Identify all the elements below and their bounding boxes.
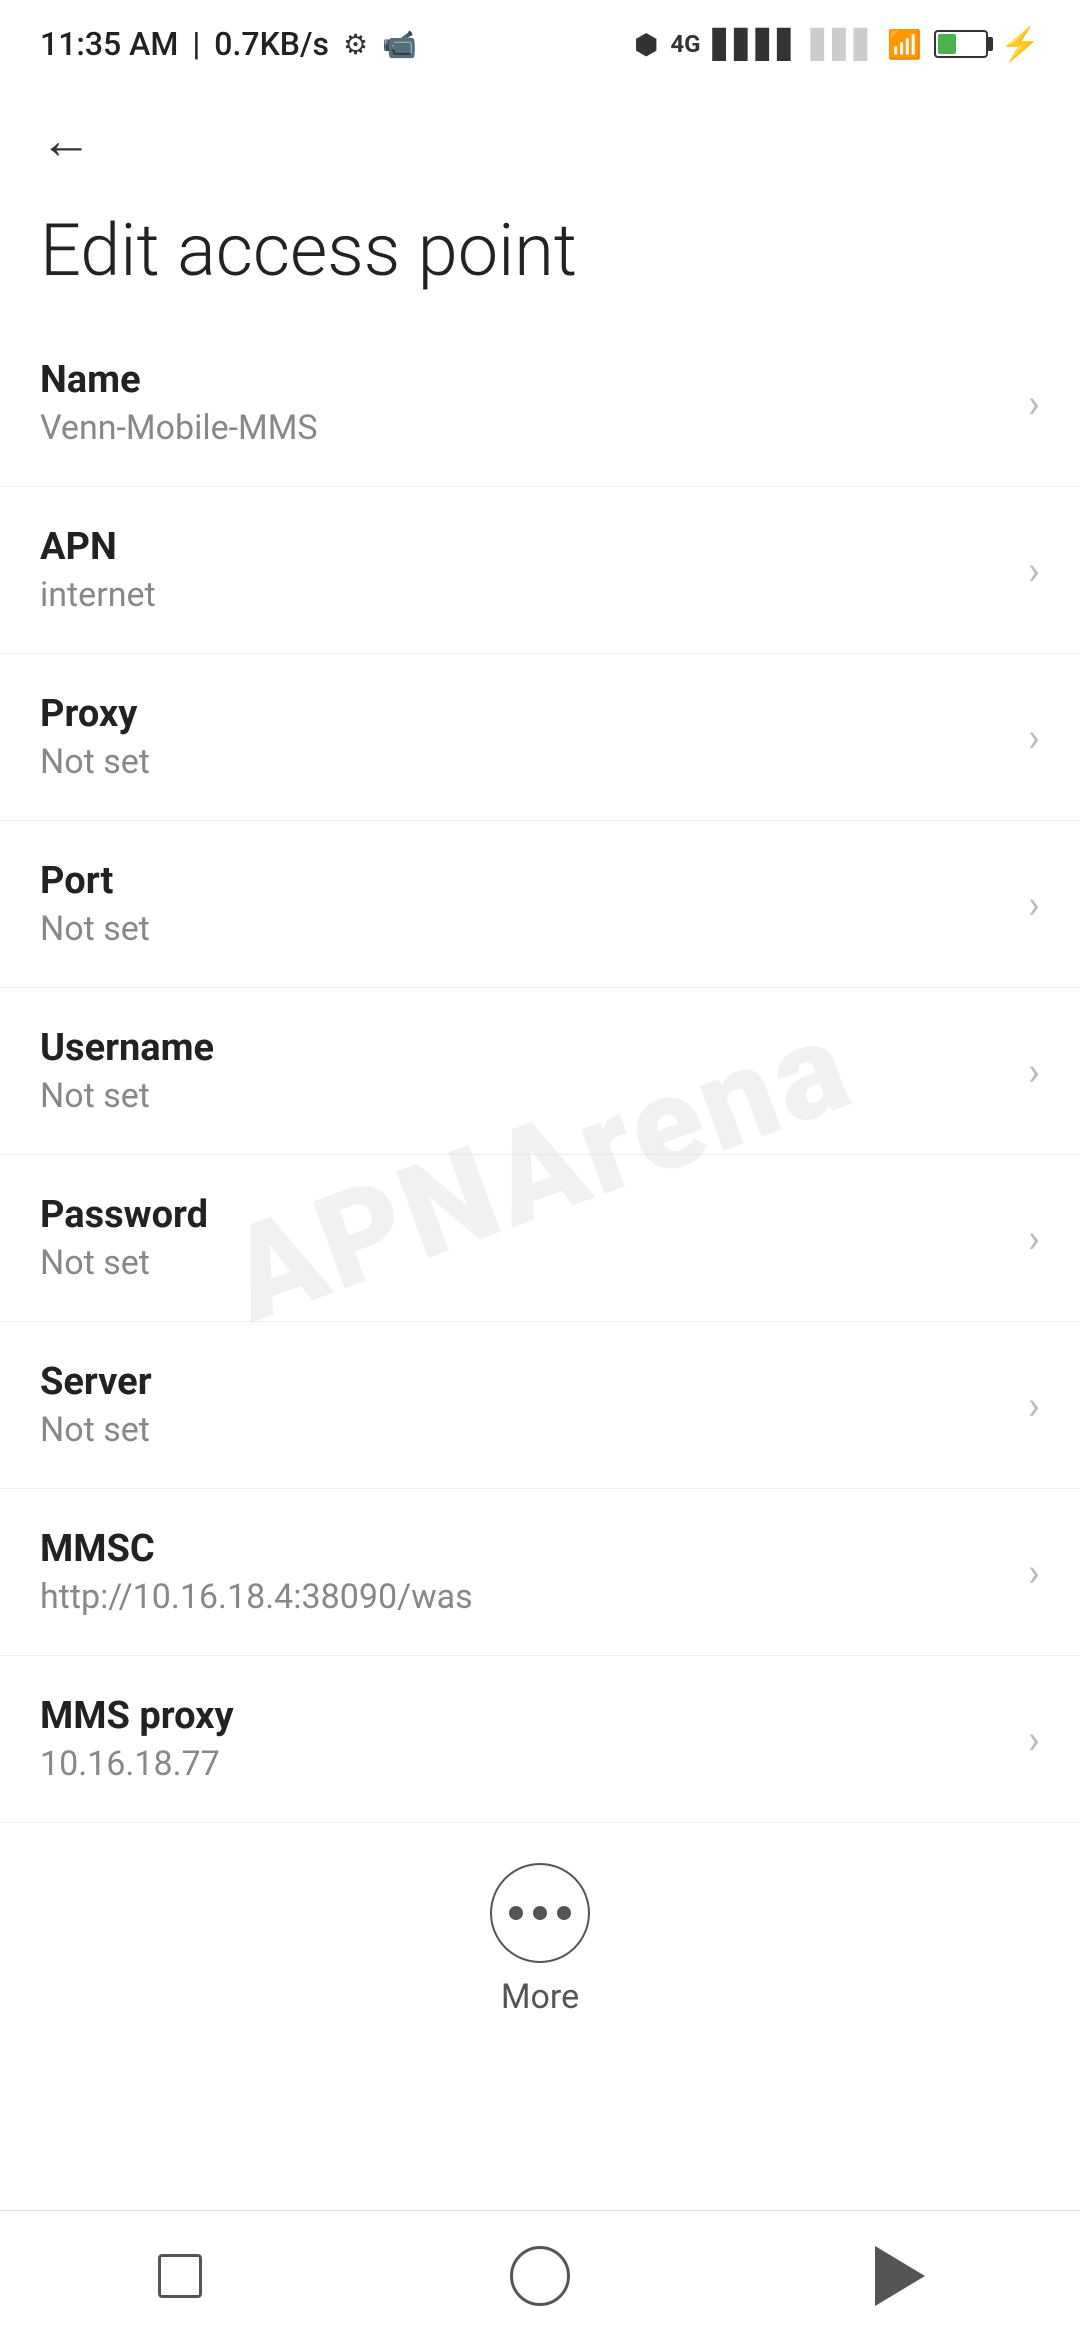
- chevron-right-icon: ›: [1028, 1382, 1040, 1429]
- settings-item-port-content: Port Not set: [40, 859, 1008, 949]
- signal-bars2-icon: ▋▋▋: [811, 28, 876, 61]
- chevron-right-icon: ›: [1028, 380, 1040, 427]
- chevron-right-icon: ›: [1028, 547, 1040, 594]
- nav-recents-button[interactable]: [120, 2236, 240, 2316]
- back-icon: [875, 2246, 925, 2306]
- settings-item-name-content: Name Venn-Mobile-MMS: [40, 358, 1008, 448]
- settings-item-name[interactable]: Name Venn-Mobile-MMS ›: [0, 320, 1080, 487]
- settings-item-password-label: Password: [40, 1193, 1008, 1237]
- nav-back-button[interactable]: [840, 2236, 960, 2316]
- more-dots-icon: [509, 1906, 571, 1920]
- camera-icon: 📹: [382, 28, 417, 61]
- settings-item-username-content: Username Not set: [40, 1026, 1008, 1116]
- settings-item-apn-content: APN internet: [40, 525, 1008, 615]
- settings-item-apn-label: APN: [40, 525, 1008, 569]
- settings-item-mmsc-content: MMSC http://10.16.18.4:38090/was: [40, 1527, 1008, 1617]
- settings-item-apn-value: internet: [40, 575, 1008, 615]
- more-label: More: [501, 1977, 579, 2017]
- back-arrow-icon: ←: [40, 110, 92, 171]
- settings-item-name-value: Venn-Mobile-MMS: [40, 408, 1008, 448]
- settings-item-apn[interactable]: APN internet ›: [0, 487, 1080, 654]
- more-dot-2: [533, 1906, 547, 1920]
- settings-item-server-content: Server Not set: [40, 1360, 1008, 1450]
- settings-item-password[interactable]: Password Not set ›: [0, 1155, 1080, 1322]
- separator: |: [192, 25, 200, 63]
- recents-icon: [158, 2254, 202, 2298]
- settings-item-server-value: Not set: [40, 1410, 1008, 1450]
- settings-item-mms-proxy-value: 10.16.18.77: [40, 1744, 1008, 1784]
- settings-item-port[interactable]: Port Not set ›: [0, 821, 1080, 988]
- settings-item-password-value: Not set: [40, 1243, 1008, 1283]
- settings-item-port-value: Not set: [40, 909, 1008, 949]
- home-icon: [510, 2246, 570, 2306]
- settings-item-port-label: Port: [40, 859, 1008, 903]
- chevron-right-icon: ›: [1028, 1215, 1040, 1262]
- signal-bars-icon: ▋▋▋▋: [713, 28, 799, 61]
- status-bar: 11:35 AM | 0.7KB/s ⚙ 📹 ⬢ 4G ▋▋▋▋ ▋▋▋ 📶 ⚡: [0, 0, 1080, 80]
- settings-item-proxy-content: Proxy Not set: [40, 692, 1008, 782]
- settings-item-password-content: Password Not set: [40, 1193, 1008, 1283]
- navigation-bar: [0, 2210, 1080, 2340]
- nav-home-button[interactable]: [480, 2236, 600, 2316]
- wifi-icon: 📶: [887, 28, 922, 61]
- status-right: ⬢ 4G ▋▋▋▋ ▋▋▋ 📶 ⚡: [634, 25, 1040, 63]
- chevron-right-icon: ›: [1028, 1549, 1040, 1596]
- speed-display: 0.7KB/s: [214, 25, 329, 63]
- more-dot-1: [509, 1906, 523, 1920]
- page-title: Edit access point: [0, 181, 1080, 320]
- settings-item-mms-proxy[interactable]: MMS proxy 10.16.18.77 ›: [0, 1656, 1080, 1823]
- bluetooth-icon: ⬢: [634, 28, 658, 61]
- signal-4g-icon: 4G: [670, 30, 700, 58]
- settings-item-proxy[interactable]: Proxy Not set ›: [0, 654, 1080, 821]
- settings-item-server[interactable]: Server Not set ›: [0, 1322, 1080, 1489]
- back-button[interactable]: ←: [0, 80, 1080, 181]
- settings-icon: ⚙: [343, 28, 368, 61]
- more-button[interactable]: [490, 1863, 590, 1963]
- battery-icon: [934, 30, 988, 58]
- chevron-right-icon: ›: [1028, 881, 1040, 928]
- settings-item-mmsc-value: http://10.16.18.4:38090/was: [40, 1577, 1008, 1617]
- charging-icon: ⚡: [1000, 25, 1040, 63]
- settings-item-name-label: Name: [40, 358, 1008, 402]
- settings-list: Name Venn-Mobile-MMS › APN internet › Pr…: [0, 320, 1080, 1823]
- chevron-right-icon: ›: [1028, 714, 1040, 761]
- settings-item-proxy-label: Proxy: [40, 692, 1008, 736]
- status-left: 11:35 AM | 0.7KB/s ⚙ 📹: [40, 25, 417, 63]
- settings-item-username[interactable]: Username Not set ›: [0, 988, 1080, 1155]
- time-display: 11:35 AM: [40, 25, 178, 63]
- settings-item-mmsc-label: MMSC: [40, 1527, 1008, 1571]
- settings-item-server-label: Server: [40, 1360, 1008, 1404]
- settings-item-mms-proxy-content: MMS proxy 10.16.18.77: [40, 1694, 1008, 1784]
- settings-item-mms-proxy-label: MMS proxy: [40, 1694, 1008, 1738]
- settings-item-username-label: Username: [40, 1026, 1008, 1070]
- chevron-right-icon: ›: [1028, 1716, 1040, 1763]
- settings-item-proxy-value: Not set: [40, 742, 1008, 782]
- more-section: More: [0, 1823, 1080, 2067]
- chevron-right-icon: ›: [1028, 1048, 1040, 1095]
- settings-item-mmsc[interactable]: MMSC http://10.16.18.4:38090/was ›: [0, 1489, 1080, 1656]
- settings-item-username-value: Not set: [40, 1076, 1008, 1116]
- more-dot-3: [557, 1906, 571, 1920]
